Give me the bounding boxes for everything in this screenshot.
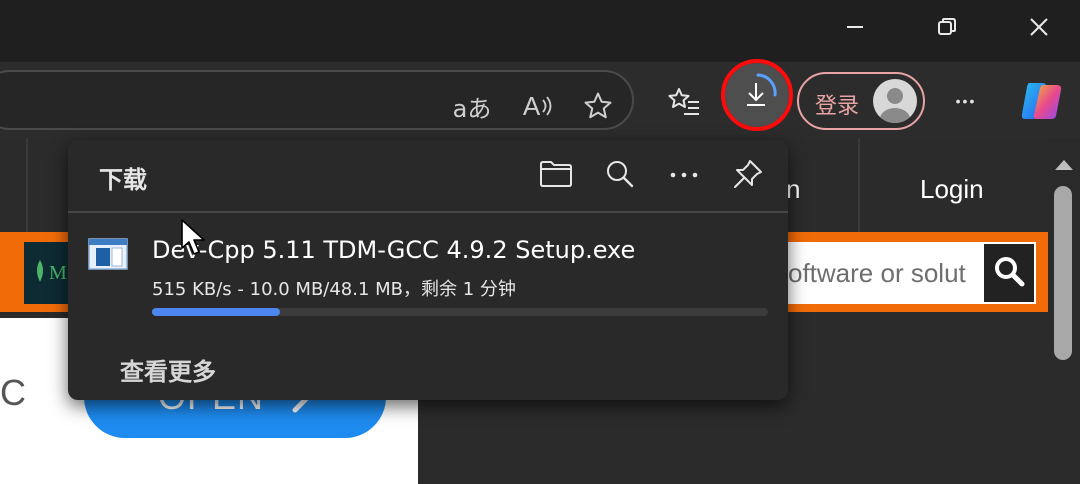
scroll-up-arrow-icon[interactable] <box>1054 158 1074 177</box>
nav-divider <box>858 138 860 232</box>
title-bar <box>0 0 1080 62</box>
downloads-panel: 下载 Dev-Cpp 5.11 TDM-GCC 4.9.2 Setup.exe … <box>68 140 788 400</box>
scroll-thumb[interactable] <box>1054 186 1072 360</box>
mouse-cursor-icon <box>180 218 208 263</box>
download-progress-bar <box>152 308 768 316</box>
translate-icon[interactable]: aあ <box>452 90 492 123</box>
favorite-star-icon[interactable] <box>580 90 616 122</box>
browser-toolbar: aあ A 登录 ••• <box>0 62 1080 138</box>
more-menu-icon[interactable]: ••• <box>944 86 988 116</box>
panel-divider <box>68 211 788 213</box>
highlight-ring <box>721 59 793 131</box>
more-dots-icon <box>668 167 700 185</box>
pin-panel-button[interactable] <box>726 154 770 198</box>
favorites-icon[interactable] <box>664 84 704 120</box>
pin-icon <box>731 157 765 196</box>
downloads-more-button[interactable] <box>662 154 706 198</box>
site-search-button[interactable] <box>984 244 1034 302</box>
login-label: 登录 <box>815 94 860 119</box>
nav-divider <box>26 138 28 232</box>
avatar <box>873 79 917 123</box>
site-logo[interactable]: M <box>24 242 70 304</box>
download-status: 515 KB/s - 10.0 MB/48.1 MB，剩余 1 分钟 <box>152 279 516 300</box>
restore-button[interactable] <box>924 0 970 58</box>
nav-login-link[interactable]: Login <box>920 174 984 205</box>
search-downloads-button[interactable] <box>598 154 642 198</box>
copilot-icon[interactable] <box>1018 78 1066 124</box>
download-progress-fill <box>152 308 281 316</box>
download-filename: Dev-Cpp 5.11 TDM-GCC 4.9.2 Setup.exe <box>152 236 636 264</box>
read-aloud-icon[interactable]: A <box>518 90 558 122</box>
search-icon <box>992 254 1026 293</box>
restore-icon <box>937 17 957 42</box>
read-aloud-glyph: A <box>522 90 541 121</box>
login-button[interactable]: 登录 <box>797 72 925 130</box>
folder-icon <box>538 159 574 194</box>
minimize-icon <box>846 18 864 41</box>
nav-item-partial[interactable]: n <box>786 174 800 205</box>
downloads-title: 下载 <box>99 166 147 194</box>
search-icon <box>604 158 636 195</box>
address-bar[interactable]: aあ A <box>0 70 634 130</box>
search-placeholder: oftware or solut <box>788 258 966 288</box>
installer-file-icon <box>88 238 128 270</box>
partial-text: C <box>0 372 26 413</box>
open-folder-button[interactable] <box>534 154 578 198</box>
close-button[interactable] <box>1016 0 1062 58</box>
page-scrollbar[interactable] <box>1048 138 1080 484</box>
logo-text: M <box>49 262 67 284</box>
close-icon <box>1029 17 1049 42</box>
see-more-link[interactable]: 查看更多 <box>120 352 216 387</box>
minimize-button[interactable] <box>832 0 878 58</box>
